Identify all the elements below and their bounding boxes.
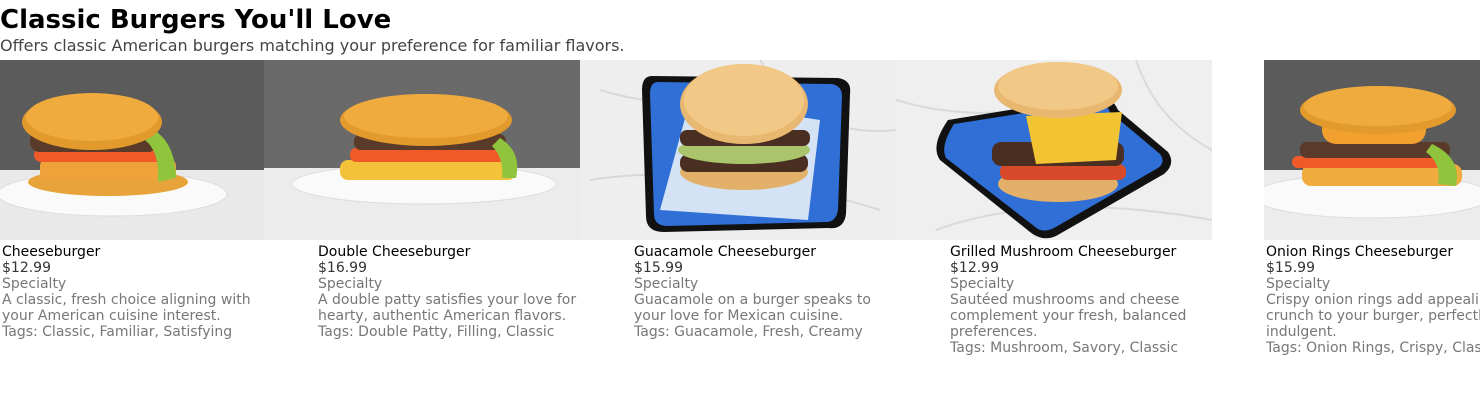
item-description: Guacamole on a burger speaks to your lov… [634, 292, 871, 324]
menu-item-info: Cheeseburger $12.99 Specialty A classic,… [2, 244, 314, 340]
item-name: Double Cheeseburger [318, 244, 471, 260]
item-price: $15.99 [1266, 260, 1315, 276]
menu-item-info: Onion Rings Cheeseburger $15.99 Specialt… [1266, 244, 1480, 356]
cheeseburger-photo[interactable] [0, 60, 264, 240]
item-tags: Tags: Guacamole, Fresh, Creamy [634, 324, 863, 340]
guacamole-cheeseburger-photo[interactable] [580, 60, 896, 240]
section-title: Classic Burgers You'll Love [0, 5, 392, 35]
burger-carousel[interactable]: Cheeseburger $12.99 Specialty A classic,… [0, 60, 1480, 360]
onion-rings-cheeseburger-photo[interactable] [1264, 60, 1480, 240]
item-name: Cheeseburger [2, 244, 101, 260]
section-subtitle: Offers classic American burgers matching… [0, 36, 625, 55]
section-header: Classic Burgers You'll Love Offers class… [0, 0, 1480, 56]
item-description: Sautéed mushrooms and cheese complement … [950, 292, 1187, 340]
item-tags: Tags: Mushroom, Savory, Classic [950, 340, 1179, 356]
item-category: Specialty [2, 276, 67, 292]
menu-item-info: Double Cheeseburger $16.99 Specialty A d… [318, 244, 630, 340]
item-name: Guacamole Cheeseburger [634, 244, 817, 260]
item-price: $15.99 [634, 260, 683, 276]
item-description: Crispy onion rings add appealing crunch … [1266, 292, 1480, 340]
menu-item-info: Guacamole Cheeseburger $15.99 Specialty … [634, 244, 946, 340]
menu-item-card[interactable]: Grilled Mushroom Cheeseburger $12.99 Spe… [896, 60, 1264, 360]
item-tags: Tags: Onion Rings, Crispy, Classic [1266, 340, 1480, 356]
item-description: A classic, fresh choice aligning with yo… [2, 292, 251, 324]
menu-item-info: Grilled Mushroom Cheeseburger $12.99 Spe… [950, 244, 1262, 356]
item-tags: Tags: Double Patty, Filling, Classic [318, 324, 555, 340]
item-category: Specialty [634, 276, 699, 292]
item-category: Specialty [950, 276, 1015, 292]
item-category: Specialty [1266, 276, 1331, 292]
item-tags: Tags: Classic, Familiar, Satisfying [2, 324, 233, 340]
item-description: A double patty satisfies your love for h… [318, 292, 577, 324]
menu-item-card[interactable]: Onion Rings Cheeseburger $15.99 Specialt… [1264, 60, 1480, 360]
item-category: Specialty [318, 276, 383, 292]
double-cheeseburger-photo[interactable] [264, 60, 580, 240]
item-price: $12.99 [950, 260, 999, 276]
mushroom-cheeseburger-photo[interactable] [896, 60, 1212, 240]
item-name: Grilled Mushroom Cheeseburger [950, 244, 1177, 260]
item-name: Onion Rings Cheeseburger [1266, 244, 1454, 260]
item-price: $16.99 [318, 260, 367, 276]
item-price: $12.99 [2, 260, 51, 276]
